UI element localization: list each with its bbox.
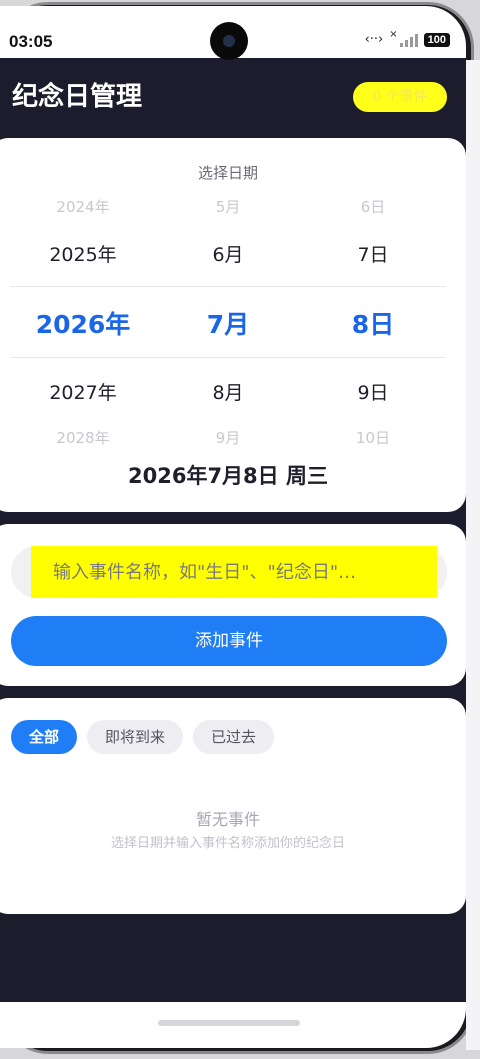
signal-icon <box>399 33 418 47</box>
filter-tabs: 全部 即将到来 已过去 <box>11 720 275 754</box>
event-name-field-wrap <box>11 546 447 598</box>
status-bar: 03:05 ‹··› × 100 <box>0 6 466 60</box>
event-name-input[interactable] <box>31 546 437 598</box>
background-window-edge <box>466 60 480 1050</box>
empty-state-title: 暂无事件 <box>195 810 260 829</box>
tab-all[interactable]: 全部 <box>11 720 78 754</box>
tab-past[interactable]: 已过去 <box>193 720 275 754</box>
status-icons: ‹··› × 100 <box>364 29 450 47</box>
year-option[interactable]: 2028年 <box>18 427 148 448</box>
day-option-selected[interactable]: 8日 <box>308 305 438 341</box>
month-option-selected[interactable]: 7月 <box>163 305 293 341</box>
network-activity-icon: ‹··› <box>364 32 384 47</box>
add-event-button[interactable]: 添加事件 <box>11 616 447 666</box>
app-screen: 03:05 ‹··› × 100 纪念日管理 0 个事件 选择日期 2024年 … <box>0 6 466 1048</box>
phone-frame: 03:05 ‹··› × 100 纪念日管理 0 个事件 选择日期 2024年 … <box>0 0 480 1059</box>
year-option-selected[interactable]: 2026年 <box>18 305 148 341</box>
year-option[interactable]: 2025年 <box>18 240 148 267</box>
app-header: 纪念日管理 0 个事件 <box>0 58 466 136</box>
selection-divider-top <box>10 286 446 287</box>
empty-state-hint: 选择日期并输入事件名称添加你的纪念日 <box>110 836 345 851</box>
month-option[interactable]: 8月 <box>163 378 293 405</box>
day-option[interactable]: 6日 <box>308 196 438 217</box>
page-title: 纪念日管理 <box>12 82 143 112</box>
year-option[interactable]: 2024年 <box>18 196 148 217</box>
selected-date-summary: 2026年7月8日 周三 <box>128 464 328 488</box>
day-option[interactable]: 7日 <box>308 240 438 267</box>
date-picker-card: 选择日期 2024年 2025年 2026年 2027年 2028年 5月 6月… <box>0 138 466 512</box>
tab-upcoming[interactable]: 即将到来 <box>87 720 184 754</box>
no-sim-icon: × <box>389 29 398 40</box>
home-indicator[interactable] <box>158 1020 300 1026</box>
month-option[interactable]: 5月 <box>163 196 293 217</box>
event-list-card: 全部 即将到来 已过去 暂无事件 选择日期并输入事件名称添加你的纪念日 <box>0 698 466 914</box>
month-option[interactable]: 6月 <box>163 240 293 267</box>
status-time: 03:05 <box>9 32 53 51</box>
event-count-badge: 0 个事件 <box>353 82 447 112</box>
picker-title: 选择日期 <box>197 164 258 182</box>
month-option[interactable]: 9月 <box>163 427 293 448</box>
selection-divider-bottom <box>10 357 446 358</box>
navigation-bar <box>0 1002 466 1048</box>
day-option[interactable]: 9日 <box>308 378 438 405</box>
front-camera <box>210 22 248 60</box>
year-option[interactable]: 2027年 <box>18 378 148 405</box>
day-option[interactable]: 10日 <box>308 427 438 448</box>
add-event-card: 添加事件 <box>0 524 466 686</box>
battery-icon: 100 <box>423 32 450 47</box>
